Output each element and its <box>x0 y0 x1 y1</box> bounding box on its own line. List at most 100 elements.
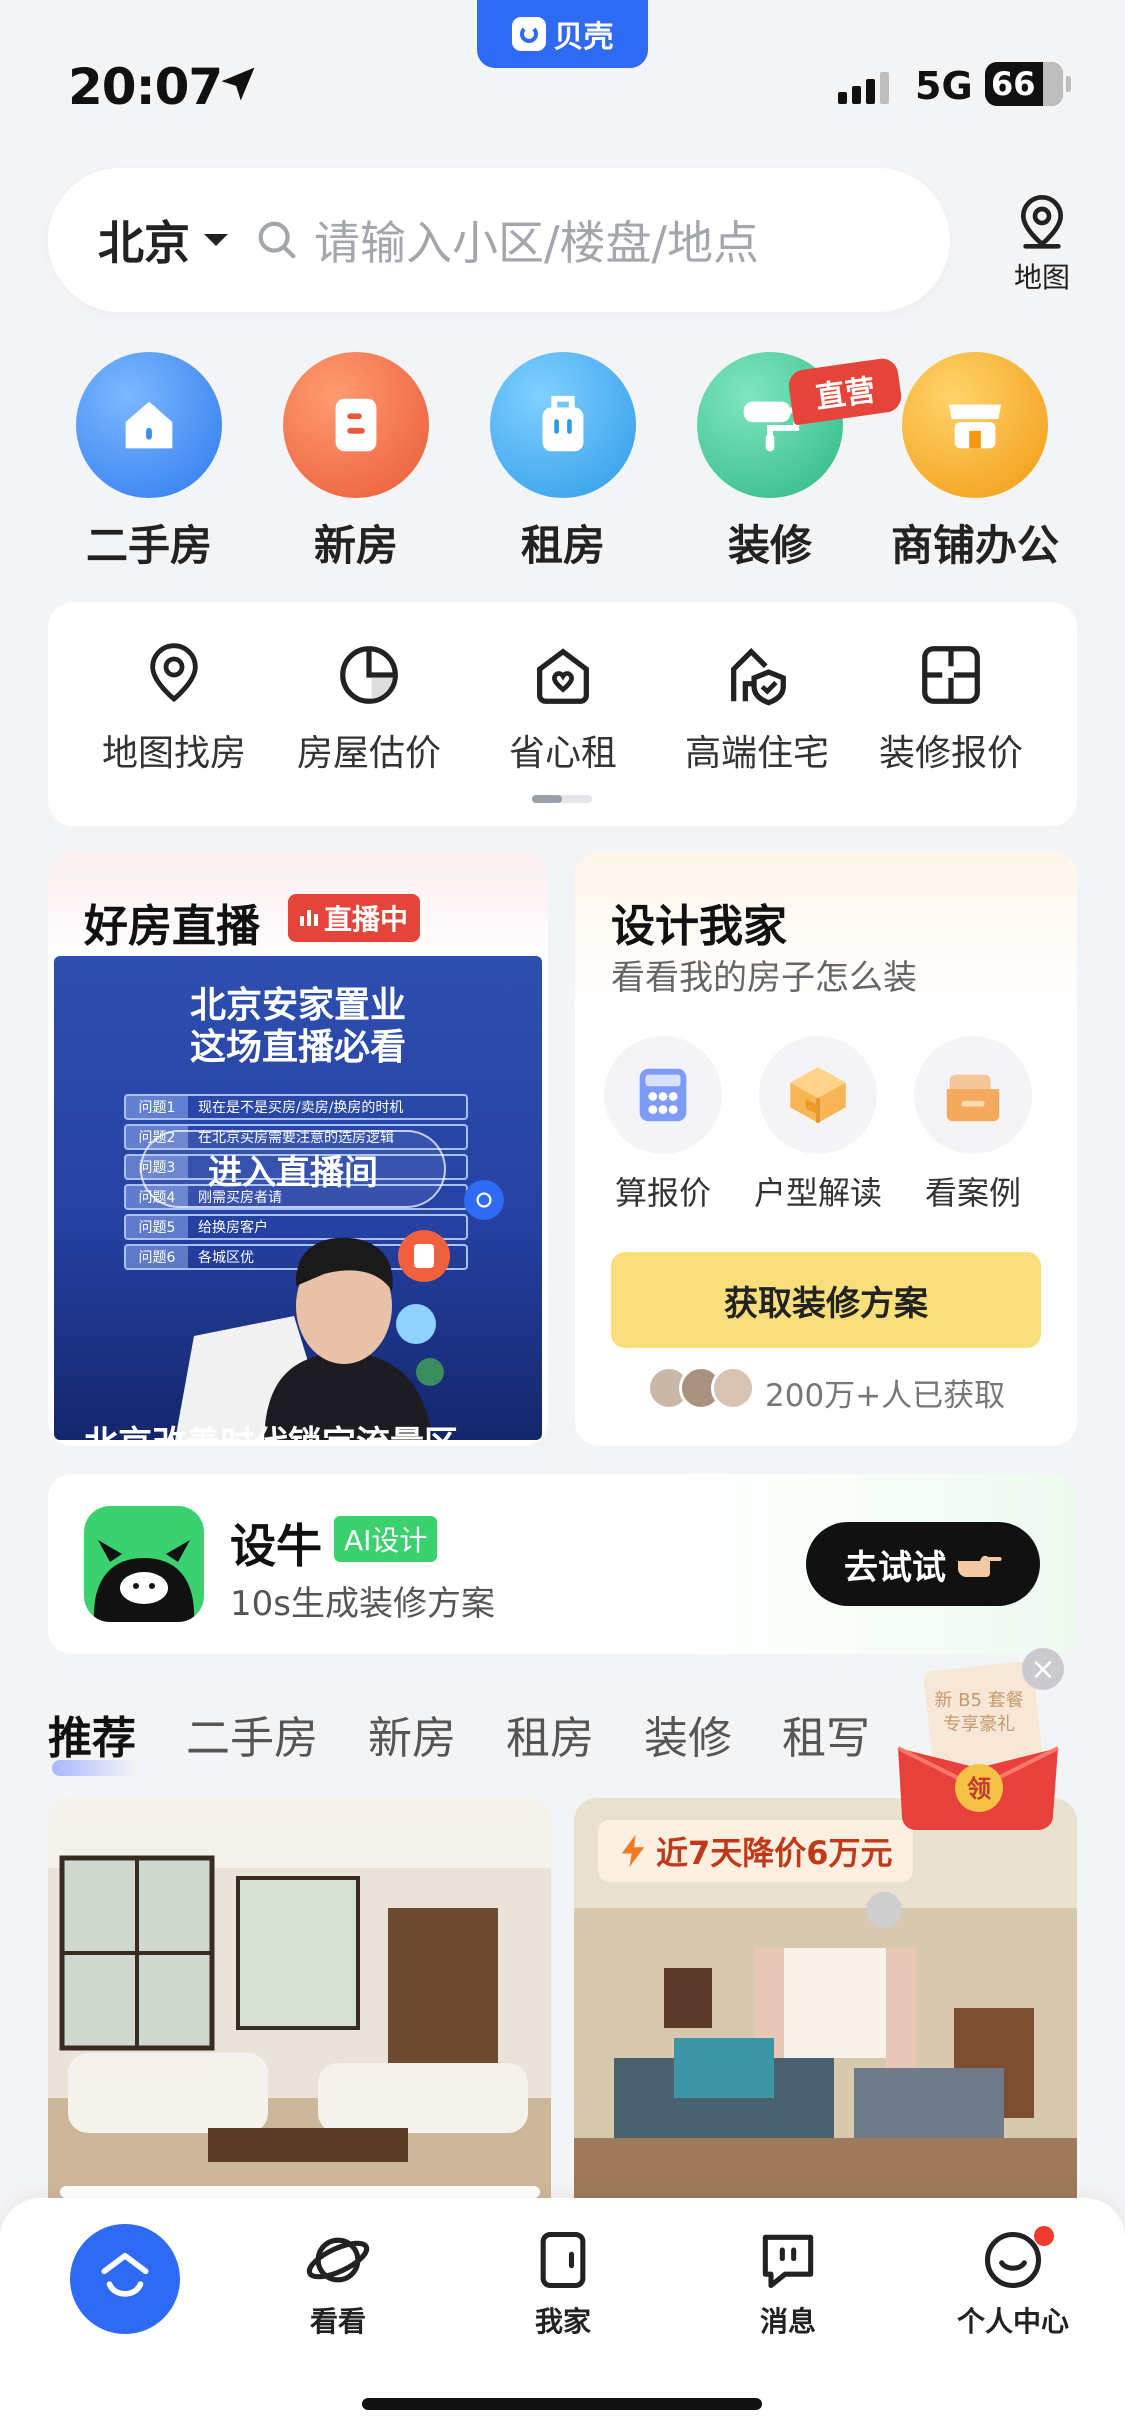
user-avatars <box>647 1366 755 1410</box>
question-row: 问题1 现在是不是买房/卖房/换房的时机 <box>124 1094 468 1120</box>
entry-map-search[interactable]: 地图找房 <box>84 640 264 776</box>
category-label: 商铺办公 <box>891 521 1060 570</box>
share-icon[interactable] <box>464 1180 504 1220</box>
ai-description: 10s生成装修方案 <box>230 1584 495 1624</box>
search-bar[interactable]: 北京 请输入小区/楼盘/地点 <box>48 168 950 312</box>
sheniu-logo-icon <box>84 1506 204 1622</box>
video-headline: 这场直播必看 <box>189 1027 406 1068</box>
category-new-home[interactable]: 新房 <box>281 352 431 573</box>
price-drop-label: 近7天降价6万元 <box>656 1834 893 1872</box>
ai-product-name: 设牛 <box>230 1519 322 1573</box>
design-tool-label: 看案例 <box>924 1174 1021 1212</box>
app-indicator-pill[interactable]: 贝壳 <box>477 0 648 68</box>
category-label: 租房 <box>520 521 605 570</box>
status-time: 20:07 <box>68 58 223 116</box>
location-arrow-icon <box>221 67 255 101</box>
house-heart-icon <box>537 648 589 704</box>
search-icon <box>258 221 296 259</box>
caret-down-icon <box>204 234 228 246</box>
promo-close-icon[interactable]: × <box>1022 1648 1064 1690</box>
tab-recommend[interactable]: 推荐 <box>48 1702 136 1776</box>
chat-bubble-icon <box>762 2234 814 2289</box>
battery-level: 66 <box>991 65 1036 103</box>
entry-easy-rent[interactable]: 省心租 <box>473 640 653 776</box>
nav-profile[interactable]: 个人中心 <box>948 2226 1078 2340</box>
design-title: 设计我家 <box>611 901 787 952</box>
nav-look[interactable]: 看看 <box>273 2226 403 2340</box>
network-type: 5G <box>915 64 973 108</box>
nav-messages[interactable]: 消息 <box>723 2226 853 2340</box>
folder-icon <box>914 1036 1032 1154</box>
home-indicator <box>362 2398 762 2410</box>
search-input[interactable]: 请输入小区/楼盘/地点 <box>314 207 759 273</box>
live-video-thumbnail[interactable]: 北京安家置业 这场直播必看 问题1 现在是不是买房/卖房/换房的时机 问题2 在北京… <box>54 956 542 1440</box>
signal-strength-icon <box>838 72 889 104</box>
tab-truncated[interactable]: 租写 <box>782 1702 870 1766</box>
category-label: 二手房 <box>85 521 212 570</box>
nav-label: 我家 <box>534 2305 591 2338</box>
design-tool-floorplan[interactable]: 户型解读 <box>743 1036 893 1214</box>
tab-secondhand[interactable]: 二手房 <box>186 1702 318 1766</box>
live-bars-icon <box>300 910 318 926</box>
entry-label: 地图找房 <box>101 733 246 774</box>
map-pin-icon <box>150 643 198 703</box>
live-status-badge: 直播中 <box>288 894 421 942</box>
category-commercial[interactable]: 商铺办公 <box>891 352 1059 573</box>
battery-cap <box>1066 76 1071 92</box>
tab-new-home[interactable]: 新房 <box>368 1702 456 1766</box>
entry-valuation[interactable]: 房屋估价 <box>279 640 459 776</box>
feed-tabs: 推荐 二手房 新房 租房 装修 租写 <box>48 1702 870 1776</box>
tab-renovation[interactable]: 装修 <box>644 1702 732 1766</box>
try-label: 去试试 <box>844 1547 946 1588</box>
storefront-icon <box>902 352 1048 498</box>
design-my-home-card: 设计我家 看看我的房子怎么装 算报价 户型解读 看案例 获取装修方案 200万+… <box>575 852 1077 1446</box>
entry-renovation-quote[interactable]: 装修报价 <box>861 640 1041 776</box>
door-icon <box>540 2231 586 2289</box>
category-label: 新房 <box>313 521 398 570</box>
svg-text:新 B5 套餐: 新 B5 套餐 <box>934 1690 1023 1711</box>
house-icon <box>76 352 222 498</box>
calculator-icon <box>604 1036 722 1154</box>
live-stream-card[interactable]: 好房直播 直播中 北京安家置业 这场直播必看 问题1 现在是不是买房/卖房/换房的… <box>48 852 548 1446</box>
design-subtitle: 看看我的房子怎么装 <box>611 958 917 998</box>
battery-icon: 66 <box>985 62 1063 106</box>
category-rent[interactable]: 租房 <box>488 352 638 573</box>
floorplan-icon <box>922 646 980 704</box>
nav-label: 消息 <box>759 2305 816 2338</box>
nav-label: 个人中心 <box>956 2305 1069 2338</box>
category-secondhand[interactable]: 二手房 <box>74 352 224 573</box>
listing-card-living-room[interactable] <box>48 1798 551 2198</box>
svg-text:专享豪礼: 专享豪礼 <box>943 1714 1015 1735</box>
nav-my-home[interactable]: 我家 <box>498 2226 628 2340</box>
app-name: 贝壳 <box>553 20 614 55</box>
tab-rent[interactable]: 租房 <box>506 1702 594 1766</box>
entry-label: 高端住宅 <box>684 733 829 774</box>
get-design-plan-button[interactable]: 获取装修方案 <box>611 1252 1041 1348</box>
svg-text:领: 领 <box>967 1775 991 1803</box>
house-shield-icon <box>731 647 786 706</box>
lightning-icon <box>621 1834 645 1868</box>
ai-tag-badge: AI设计 <box>334 1516 438 1562</box>
city-selector[interactable]: 北京 <box>98 207 190 273</box>
ai-design-banner[interactable]: 设牛 AI设计 10s生成装修方案 去试试 <box>48 1474 1077 1654</box>
entry-luxury[interactable]: 高端住宅 <box>667 640 847 776</box>
planet-icon <box>306 2237 370 2283</box>
live-badge-label: 直播中 <box>324 903 409 936</box>
entry-label: 房屋估价 <box>296 733 441 774</box>
beike-home-icon <box>101 2252 149 2297</box>
design-tool-label: 算报价 <box>614 1174 711 1212</box>
beike-logo-icon <box>511 17 546 51</box>
map-label: 地图 <box>1013 261 1070 294</box>
design-tool-quote[interactable]: 算报价 <box>588 1036 738 1214</box>
price-drop-badge: 近7天降价6万元 <box>598 1820 913 1882</box>
design-tool-label: 户型解读 <box>753 1174 882 1212</box>
map-button[interactable]: 地图 <box>1000 192 1084 296</box>
building-icon <box>283 352 429 498</box>
live-caption: 北京改善时代锁定流量区域 <box>84 1422 464 1440</box>
presenter-image <box>175 1230 450 1440</box>
entry-label: 装修报价 <box>878 733 1023 774</box>
design-tool-cases[interactable]: 看案例 <box>898 1036 1048 1214</box>
nav-home-button[interactable] <box>70 2224 180 2334</box>
pie-chart-icon <box>340 646 398 704</box>
try-it-button[interactable]: 去试试 <box>806 1522 1040 1606</box>
